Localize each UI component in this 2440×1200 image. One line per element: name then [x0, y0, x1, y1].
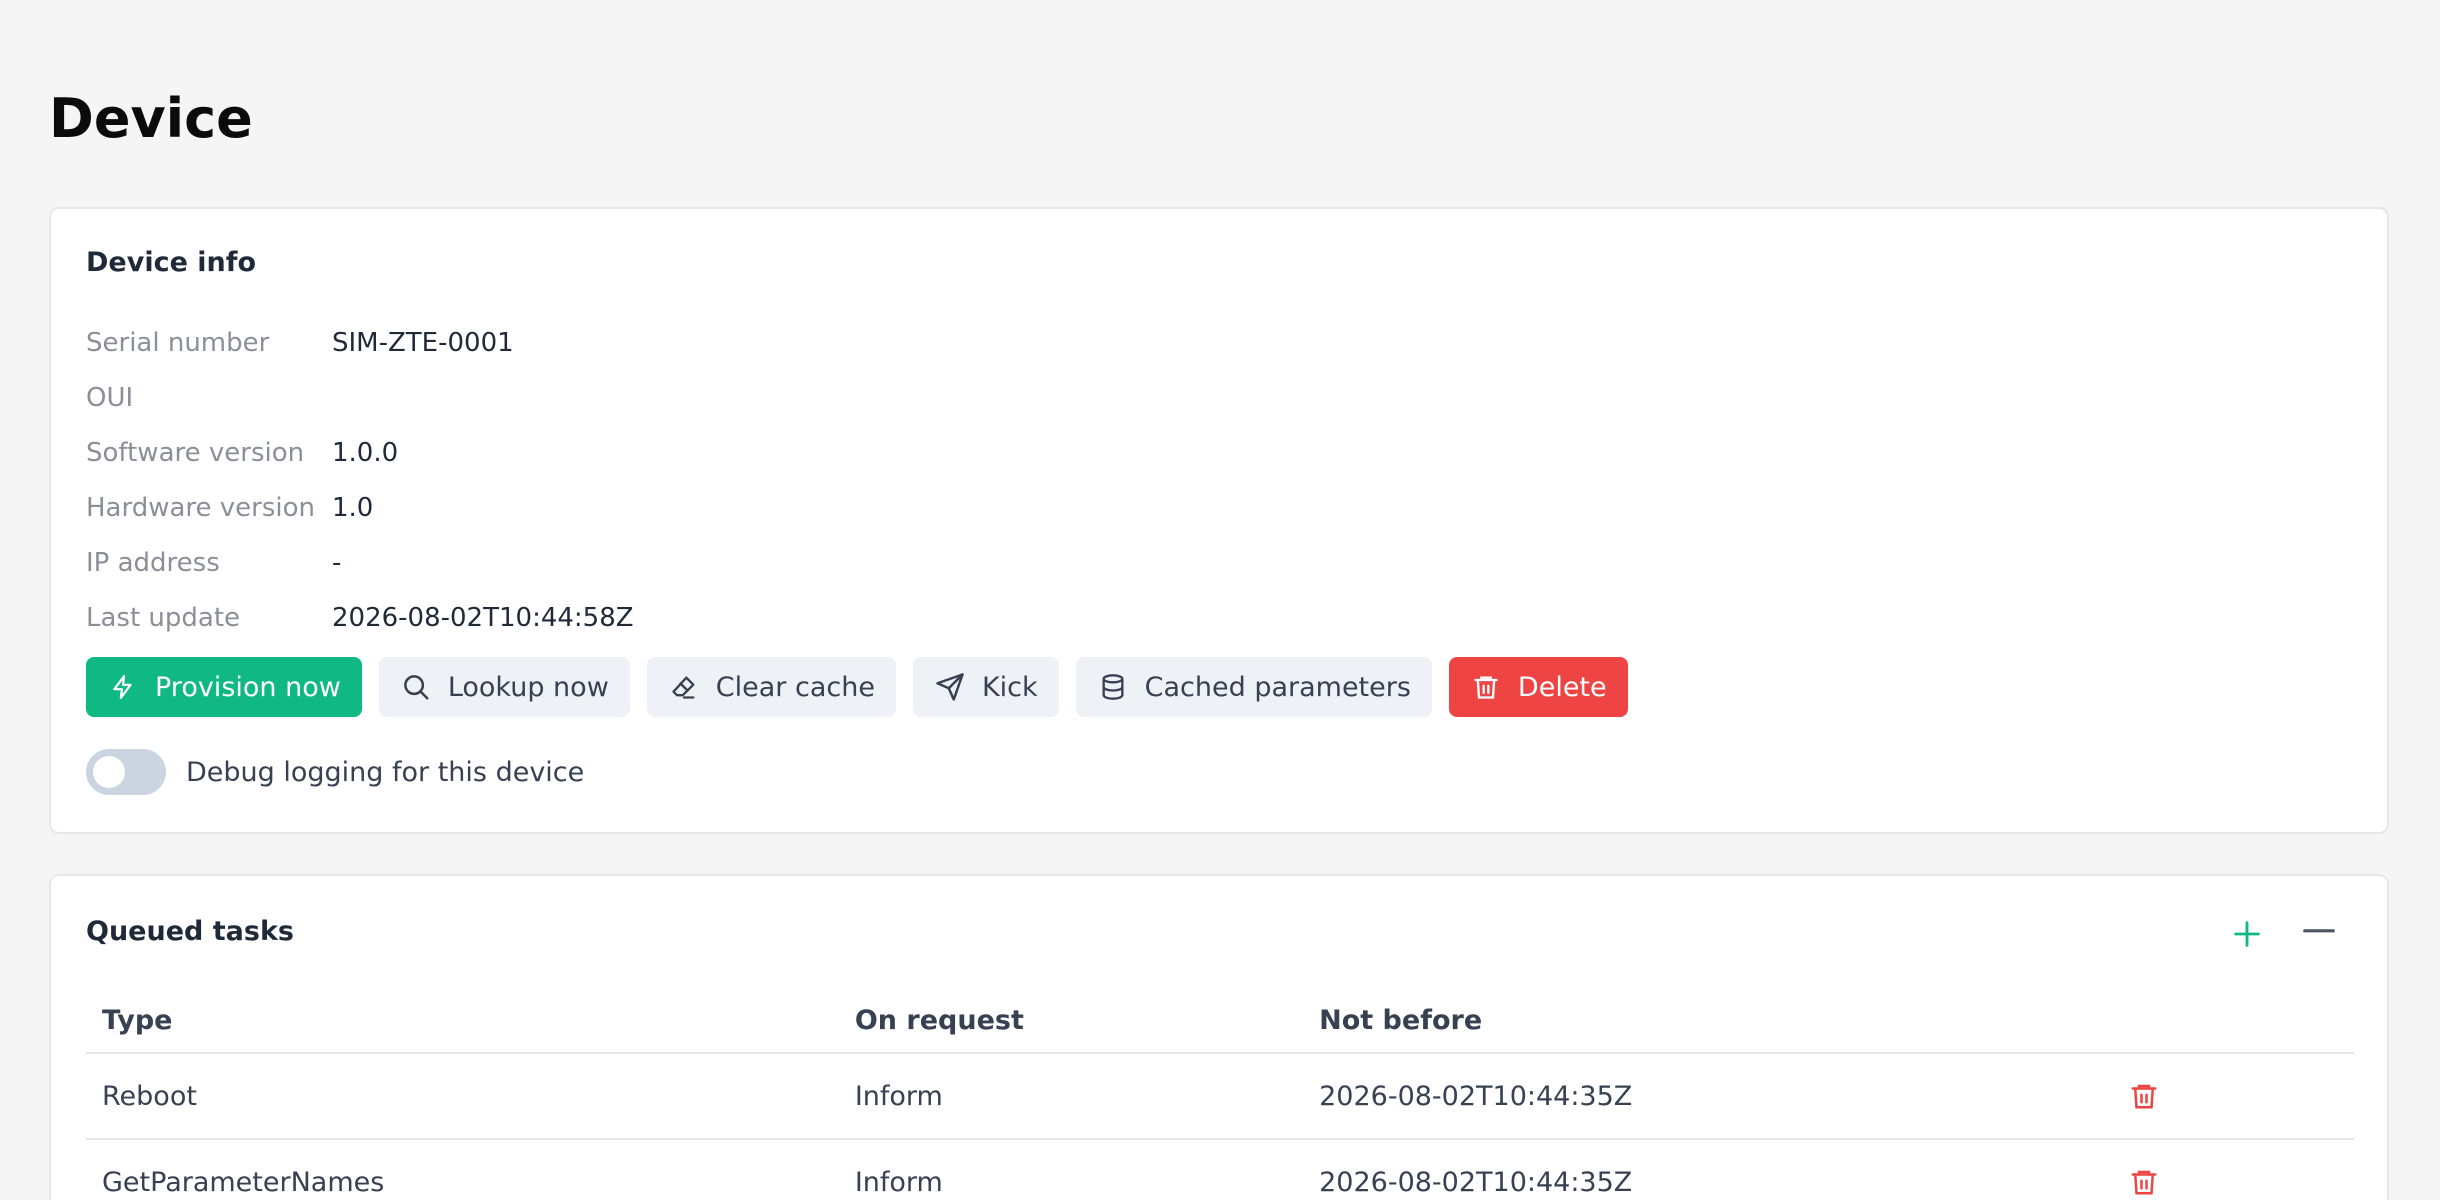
debug-logging-row: Debug logging for this device	[86, 749, 584, 795]
info-value: 1.0	[332, 492, 374, 523]
search-icon	[400, 671, 432, 703]
column-header-actions	[2107, 988, 2354, 1054]
database-icon	[1097, 671, 1129, 703]
task-type-cell: Reboot	[86, 1053, 839, 1140]
queued-tasks-actions	[2227, 914, 2339, 954]
provision-now-label: Provision now	[155, 671, 341, 703]
info-value: -	[332, 547, 342, 578]
table-header-row: Type On request Not before	[86, 988, 2354, 1054]
info-row-serial-number: Serial number SIM-ZTE-0001	[86, 315, 634, 370]
info-row-software-version: Software version 1.0.0	[86, 425, 634, 480]
toggle-knob	[93, 756, 125, 788]
info-label: Hardware version	[86, 492, 316, 523]
column-header-on-request: On request	[838, 988, 1304, 1054]
delete-task-button[interactable]	[2124, 1162, 2164, 1200]
lightning-icon	[107, 671, 139, 703]
add-task-button[interactable]	[2227, 914, 2267, 954]
info-value: 2026-08-02T10:44:58Z	[332, 602, 634, 633]
kick-button[interactable]: Kick	[912, 657, 1059, 717]
task-on-request-cell: Inform	[838, 1053, 1304, 1140]
minus-icon	[2303, 929, 2335, 933]
cached-parameters-button[interactable]: Cached parameters	[1075, 657, 1432, 717]
trash-icon	[2131, 1084, 2157, 1109]
trash-icon	[1470, 671, 1502, 703]
info-row-oui: OUI	[86, 370, 634, 425]
task-not-before-cell: 2026-08-02T10:44:35Z	[1303, 1053, 2108, 1140]
column-header-type: Type	[86, 988, 839, 1054]
info-label: Last update	[86, 602, 241, 633]
plus-icon	[2234, 921, 2260, 947]
task-not-before-cell: 2026-08-02T10:44:35Z	[1303, 1139, 2108, 1200]
info-row-ip-address: IP address -	[86, 535, 634, 590]
info-label: IP address	[86, 547, 220, 578]
table-row: Reboot Inform 2026-08-02T10:44:35Z	[86, 1053, 2354, 1140]
collapse-tasks-button[interactable]	[2299, 914, 2339, 954]
task-action-cell	[2107, 1053, 2354, 1140]
lookup-now-label: Lookup now	[447, 671, 609, 703]
delete-label: Delete	[1517, 671, 1607, 703]
device-info-grid: Serial number SIM-ZTE-0001 OUI Software …	[86, 315, 634, 645]
info-label: OUI	[86, 382, 134, 413]
page-title: Device	[49, 87, 253, 150]
info-row-last-update: Last update 2026-08-02T10:44:58Z	[86, 590, 634, 645]
eraser-icon	[668, 671, 700, 703]
kick-label: Kick	[981, 671, 1038, 703]
device-actions: Provision now Lookup now Clear cache Kic…	[86, 657, 1628, 717]
task-action-cell	[2107, 1139, 2354, 1200]
clear-cache-button[interactable]: Clear cache	[646, 657, 896, 717]
queued-tasks-card: Queued tasks Type On request Not before	[49, 874, 2389, 1200]
info-label: Software version	[86, 437, 305, 468]
delete-button[interactable]: Delete	[1448, 657, 1628, 717]
info-value: 1.0.0	[332, 437, 399, 468]
column-header-not-before: Not before	[1303, 988, 2108, 1054]
table-row: GetParameterNames Inform 2026-08-02T10:4…	[86, 1139, 2354, 1200]
task-on-request-cell: Inform	[838, 1139, 1304, 1200]
queued-tasks-title: Queued tasks	[86, 916, 294, 947]
device-info-title: Device info	[86, 247, 257, 278]
cached-parameters-label: Cached parameters	[1144, 671, 1411, 703]
debug-logging-toggle[interactable]	[86, 749, 166, 795]
device-page: Device Device info Serial number SIM-ZTE…	[0, 0, 2440, 1200]
queued-tasks-table: Type On request Not before Reboot Inform…	[86, 988, 2354, 1200]
trash-icon	[2131, 1170, 2157, 1195]
device-info-card: Device info Serial number SIM-ZTE-0001 O…	[49, 207, 2389, 834]
info-value: SIM-ZTE-0001	[332, 327, 514, 358]
task-type-cell: GetParameterNames	[86, 1139, 839, 1200]
send-icon	[934, 671, 966, 703]
info-row-hardware-version: Hardware version 1.0	[86, 480, 634, 535]
provision-now-button[interactable]: Provision now	[86, 657, 362, 717]
lookup-now-button[interactable]: Lookup now	[378, 657, 630, 717]
clear-cache-label: Clear cache	[715, 671, 875, 703]
debug-logging-label: Debug logging for this device	[186, 756, 585, 788]
info-label: Serial number	[86, 327, 270, 358]
delete-task-button[interactable]	[2124, 1076, 2164, 1116]
